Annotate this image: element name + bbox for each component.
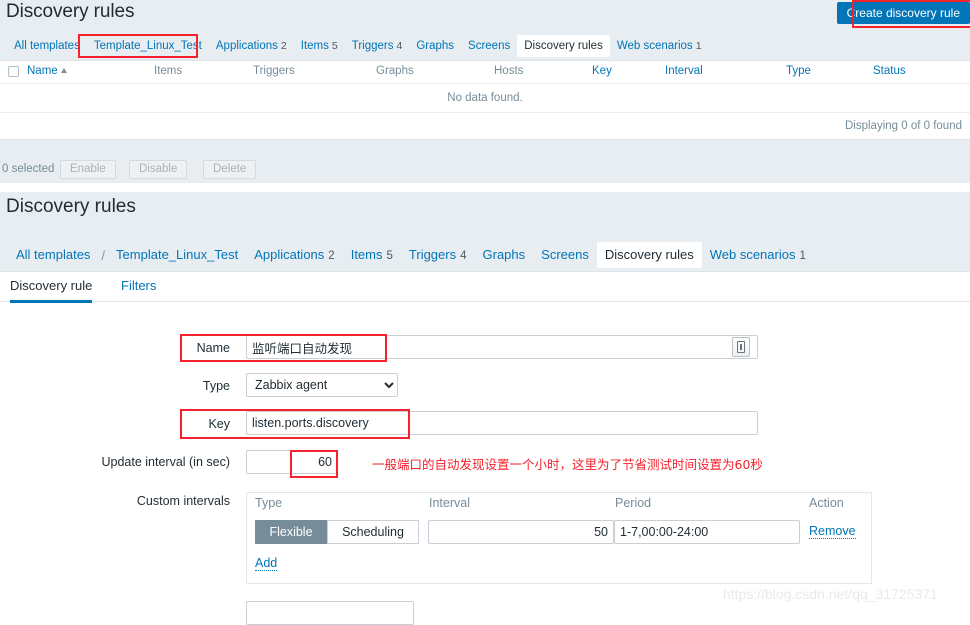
form-tab-applications[interactable]: Applications 2 [246,242,343,269]
form-tab-web-scenarios[interactable]: Web scenarios 1 [702,242,814,269]
form-tab-template-linux-test[interactable]: Template_Linux_Test [108,242,246,268]
create-discovery-rule-button[interactable]: Create discovery rule [836,2,970,24]
no-data-message: No data found. [0,84,970,113]
tab-triggers[interactable]: Triggers 4 [345,35,410,57]
custom-header-period: Period [615,496,652,510]
column-header-hosts: Hosts [494,65,524,77]
form-subtab-bar: Discovery rule Filters [0,272,970,303]
column-header-graphs: Graphs [376,65,414,77]
tab-all-templates[interactable]: All templates [7,35,87,57]
update-interval-input[interactable] [246,450,338,474]
tab-screens[interactable]: Screens [461,35,517,57]
column-header-triggers: Triggers [253,65,295,77]
section2-tab-bar: All templates / Template_Linux_Test Appl… [0,240,970,270]
column-header-items: Items [154,65,183,77]
subtab-filters[interactable]: Filters [121,278,156,300]
section2-tab-row: All templates / Template_Linux_Test Appl… [8,240,814,270]
add-interval-link[interactable]: Add [255,556,278,571]
label-key: Key [208,417,230,431]
form-tab-all-templates[interactable]: All templates [8,242,98,268]
displaying-count: Displaying 0 of 0 found [0,113,970,139]
select-all-checkbox[interactable] [8,66,19,77]
interval-type-flexible-toggle[interactable]: Flexible [255,520,327,544]
tab-graphs[interactable]: Graphs [409,35,461,57]
column-header-interval[interactable]: Interval [665,65,703,77]
tab-template-linux-test[interactable]: Template_Linux_Test [87,35,209,57]
watermark: https://blog.csdn.net/qq_31725371 [723,586,938,602]
tab-items[interactable]: Items 5 [294,35,345,57]
column-header-name[interactable]: Name [27,65,67,77]
form-tab-discovery-rules[interactable]: Discovery rules [596,242,702,268]
table-header-row: Name Items Triggers Graphs Hosts Key Int… [0,61,970,84]
tab-web-scenarios[interactable]: Web scenarios 1 [610,35,709,57]
enable-button[interactable]: Enable [60,160,116,179]
custom-period-input[interactable] [614,520,800,544]
update-interval-annotation: 一般端口的自动发现设置一个小时，这里为了节省测试时间设置为60秒 [372,457,763,472]
section1-tab-row: All templates Template_Linux_Test Applic… [7,33,709,58]
custom-header-action: Action [809,496,844,510]
name-multilingual-icon[interactable] [732,337,750,357]
form-tab-graphs[interactable]: Graphs [475,242,534,268]
label-update-interval: Update interval (in sec) [101,455,230,469]
custom-intervals-table: Type Interval Period Action Flexible Sch… [246,492,872,584]
tab-discovery-rules[interactable]: Discovery rules [517,34,610,57]
form-tab-screens[interactable]: Screens [533,242,597,268]
disable-button[interactable]: Disable [129,160,188,179]
column-header-type[interactable]: Type [786,65,811,77]
name-input[interactable] [246,335,758,359]
page-title: Discovery rules [6,1,135,22]
key-input[interactable] [246,411,758,435]
custom-interval-input[interactable] [428,520,614,544]
section1-tab-bar: All templates Template_Linux_Test Applic… [0,33,970,58]
label-type: Type [202,379,230,393]
discovery-rules-list-screenshot: Discovery rules Create discovery rule Al… [0,0,970,183]
section1-bulk-action-bar: 0 selected Enable Disable Delete [0,158,970,183]
sort-ascending-icon [60,68,67,73]
section1-header: Discovery rules Create discovery rule [0,0,970,32]
column-header-key[interactable]: Key [592,65,612,77]
form-page-title: Discovery rules [6,196,136,217]
form-tab-triggers[interactable]: Triggers 4 [401,242,475,269]
custom-header-interval: Interval [429,496,470,510]
type-select[interactable]: Zabbix agent [246,373,398,397]
label-custom-intervals: Custom intervals [136,494,230,508]
custom-header-type: Type [255,496,283,510]
remove-interval-link[interactable]: Remove [809,524,856,539]
subtab-discovery-rule[interactable]: Discovery rule [10,278,93,303]
breadcrumb-separator: / [101,247,106,263]
tab-applications[interactable]: Applications 2 [209,35,294,57]
discovery-rules-table: Name Items Triggers Graphs Hosts Key Int… [0,60,970,140]
selected-count: 0 selected [2,163,55,175]
next-field-input-partial[interactable] [246,601,414,625]
delete-button[interactable]: Delete [203,160,257,179]
form-tab-items[interactable]: Items 5 [343,242,401,269]
interval-type-scheduling-toggle[interactable]: Scheduling [327,520,419,544]
column-header-status[interactable]: Status [873,65,906,77]
label-name: Name [196,341,230,355]
